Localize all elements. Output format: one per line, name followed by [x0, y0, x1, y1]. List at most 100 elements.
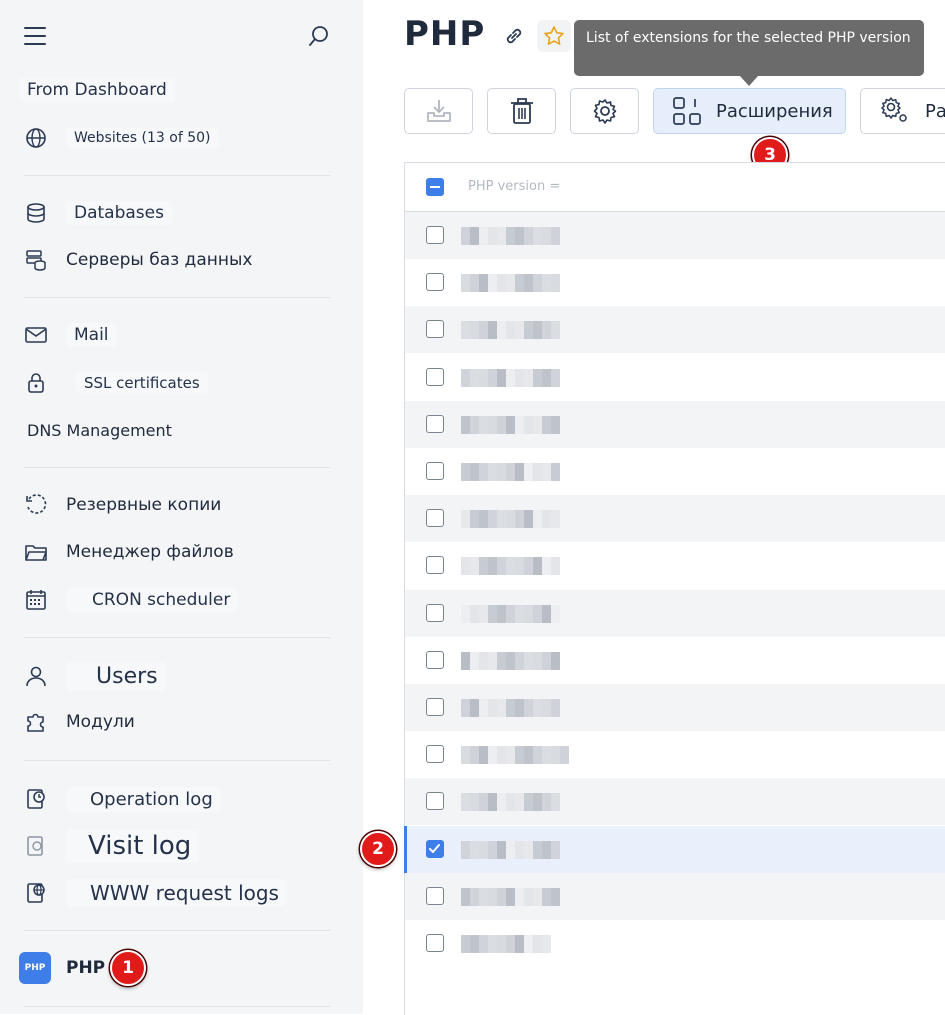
php-version-cell-redacted — [461, 463, 560, 481]
php-version-cell-redacted — [461, 227, 560, 245]
sidebar-divider — [24, 930, 330, 931]
row-checkbox[interactable] — [426, 698, 444, 716]
sidebar-item-ssl[interactable]: SSL certificates — [24, 365, 208, 401]
row-checkbox[interactable] — [426, 367, 444, 386]
table-row[interactable] — [405, 259, 945, 306]
row-checkbox[interactable] — [426, 934, 444, 952]
table-row[interactable] — [405, 448, 945, 495]
sidebar-item-files[interactable]: Менеджер файлов — [24, 534, 234, 570]
sidebar-item-label: Visit log — [66, 829, 200, 863]
sidebar-item-label: Users — [66, 661, 166, 691]
sidebar-item-mail[interactable]: Mail — [24, 317, 117, 353]
sidebar-item-modules[interactable]: Модули — [24, 704, 135, 740]
sidebar-item-label: PHP — [66, 958, 106, 978]
sidebar-item-cron[interactable]: CRON scheduler — [24, 582, 239, 618]
tooltip-arrow — [740, 76, 758, 86]
trash-icon — [510, 98, 533, 124]
table-row[interactable] — [405, 306, 945, 354]
link-icon[interactable] — [502, 24, 526, 48]
php-version-cell-redacted — [461, 935, 551, 953]
row-checkbox[interactable] — [426, 839, 444, 858]
table-row[interactable] — [405, 542, 945, 589]
sidebar-item-label: CRON scheduler — [66, 588, 239, 612]
row-checkbox[interactable] — [426, 886, 444, 905]
sidebar-divider — [24, 1006, 330, 1007]
row-checkbox[interactable] — [426, 792, 444, 811]
row-checkbox[interactable] — [426, 462, 444, 480]
table-row[interactable] — [405, 354, 945, 401]
sidebar-item-operation-log[interactable]: Operation log — [24, 781, 221, 817]
sidebar-item-visit-log[interactable]: Visit log — [24, 828, 200, 864]
sidebar-item-users[interactable]: Users — [24, 658, 166, 694]
php-version-cell-redacted — [461, 321, 560, 340]
www-log-icon — [24, 881, 48, 905]
table-row[interactable] — [405, 778, 945, 826]
table-row[interactable] — [405, 495, 945, 543]
sidebar-top — [24, 24, 331, 50]
settings-button[interactable] — [570, 88, 639, 134]
hamburger-menu-icon[interactable] — [24, 27, 46, 45]
sidebar-item-label: Модули — [66, 712, 135, 732]
sidebar-item-label: Менеджер файлов — [66, 542, 234, 562]
backup-icon — [24, 493, 48, 517]
sidebar-item-db-servers[interactable]: Серверы баз данных — [24, 242, 252, 278]
sidebar-item-label: From Dashboard — [19, 78, 175, 102]
table-row[interactable] — [405, 872, 945, 920]
mail-icon — [24, 323, 48, 347]
row-checkbox[interactable] — [426, 603, 444, 622]
user-icon — [24, 664, 48, 688]
row-checkbox[interactable] — [426, 745, 444, 764]
sidebar-item-php[interactable]: PHP PHP — [19, 950, 105, 986]
sidebar-item-databases[interactable]: Databases — [24, 195, 172, 231]
sidebar-item-label: Operation log — [66, 786, 221, 812]
sidebar-item-backups[interactable]: Резервные копии — [24, 487, 221, 523]
sidebar-item-dashboard[interactable]: From Dashboard — [19, 72, 175, 108]
sidebar-item-label: DNS Management — [27, 420, 172, 440]
calendar-icon — [24, 588, 48, 612]
search-icon[interactable] — [307, 24, 331, 48]
delete-button[interactable] — [487, 88, 556, 134]
row-checkbox[interactable] — [426, 273, 444, 292]
table-row[interactable] — [405, 212, 945, 259]
php-version-cell-redacted — [461, 557, 560, 576]
extensions-button[interactable]: Расширения — [653, 88, 846, 134]
favorite-button[interactable] — [537, 20, 571, 52]
table-row[interactable] — [405, 589, 945, 637]
globe-icon — [24, 126, 48, 150]
folder-icon — [24, 540, 48, 564]
row-checkbox[interactable] — [426, 509, 444, 528]
table-row[interactable] — [405, 920, 945, 967]
php-version-cell-redacted — [461, 699, 560, 717]
row-checkbox[interactable] — [426, 650, 444, 669]
php-version-cell-redacted — [461, 887, 560, 906]
table-row[interactable] — [405, 637, 945, 684]
php-version-cell-redacted — [461, 604, 560, 623]
gear-icon — [593, 99, 616, 124]
select-all-checkbox[interactable] — [426, 178, 444, 196]
download-button[interactable] — [404, 88, 473, 134]
sidebar-item-label: SSL certificates — [76, 372, 208, 394]
sidebar-divider — [24, 467, 330, 468]
sidebar-item-websites[interactable]: Websites (13 of 50) — [24, 120, 219, 156]
php-version-cell-redacted — [461, 274, 560, 293]
sidebar-item-dns[interactable]: DNS Management — [24, 412, 172, 448]
table-row[interactable] — [405, 400, 945, 448]
row-checkbox[interactable] — [426, 556, 444, 575]
gears-icon — [881, 97, 907, 122]
row-checkbox[interactable] — [426, 226, 444, 244]
extended-settings-button[interactable]: Рас — [860, 88, 945, 134]
selected-row-indicator — [404, 825, 407, 873]
row-checkbox[interactable] — [426, 320, 444, 339]
php-version-cell-redacted — [461, 368, 560, 387]
column-header-php-version[interactable]: PHP version = — [468, 179, 560, 194]
php-version-cell-redacted — [461, 510, 560, 529]
sidebar-item-www-logs[interactable]: WWW request logs — [24, 875, 287, 911]
step-marker-1: 1 — [110, 950, 146, 986]
table-row[interactable] — [405, 684, 945, 731]
table-row[interactable] — [404, 825, 945, 873]
sidebar-divider — [24, 297, 330, 298]
row-checkbox[interactable] — [426, 414, 444, 433]
download-icon — [426, 100, 451, 122]
extensions-button-label: Расширения — [716, 100, 833, 122]
table-row[interactable] — [405, 731, 945, 778]
